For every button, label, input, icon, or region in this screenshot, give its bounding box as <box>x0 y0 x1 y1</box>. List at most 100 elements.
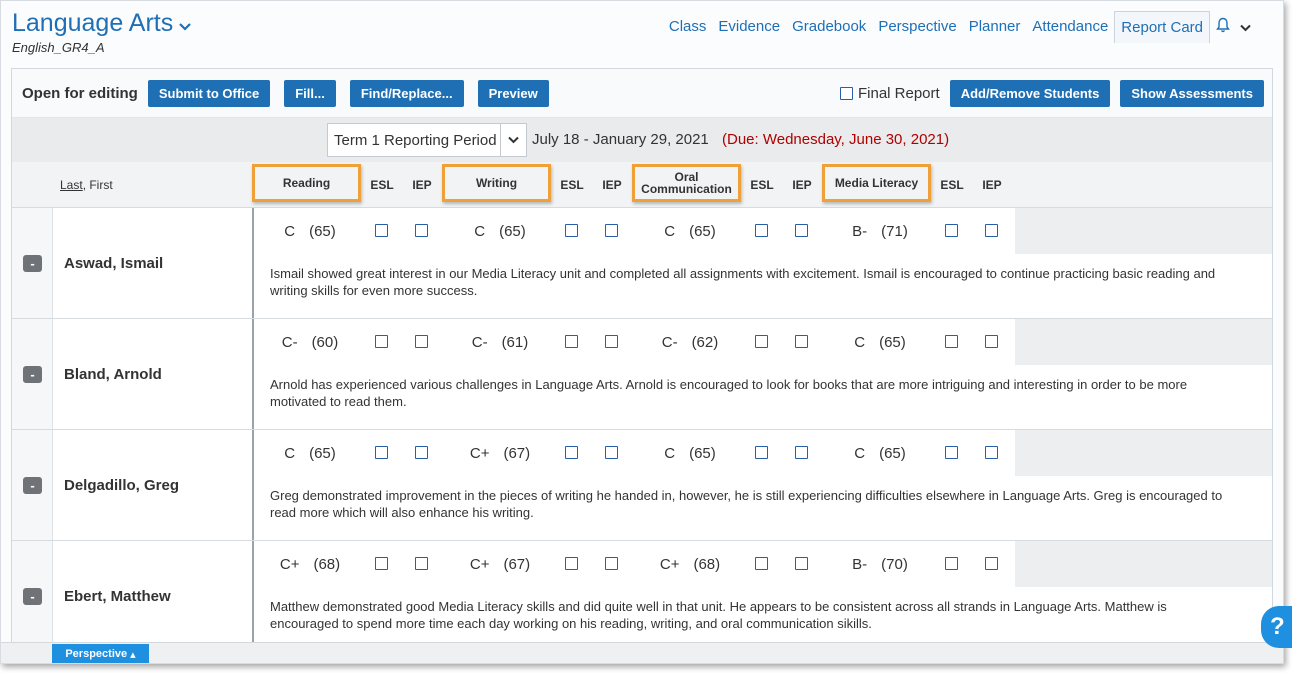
percent-mark: (61) <box>501 333 529 351</box>
esl-checkbox[interactable] <box>945 557 958 570</box>
esl-checkbox[interactable] <box>565 446 578 459</box>
nav-evidence[interactable]: Evidence <box>712 11 786 43</box>
strand-mark-cell[interactable]: C- (61) <box>445 319 555 365</box>
strand-header-media-literacy[interactable]: Media Literacy <box>822 164 931 202</box>
iep-checkbox[interactable] <box>605 224 618 237</box>
name-header-first: , First <box>82 177 113 192</box>
iep-checkbox[interactable] <box>415 557 428 570</box>
strand-marks: C (65) C+ (67) C (65) C (65) <box>255 430 1272 476</box>
nav-class[interactable]: Class <box>663 11 713 43</box>
esl-checkbox[interactable] <box>755 335 768 348</box>
esl-checkbox[interactable] <box>375 335 388 348</box>
letter-grade: C+ <box>659 555 680 573</box>
nav-perspective[interactable]: Perspective <box>872 11 962 43</box>
iep-checkbox[interactable] <box>795 446 808 459</box>
perspective-panel-tab[interactable]: Perspective ▴ <box>52 644 149 663</box>
collapse-row-icon[interactable]: - <box>23 588 42 605</box>
editing-status: Open for editing <box>22 84 138 102</box>
letter-grade: C <box>284 222 296 240</box>
esl-checkbox[interactable] <box>945 335 958 348</box>
iep-checkbox[interactable] <box>985 557 998 570</box>
esl-checkbox[interactable] <box>375 446 388 459</box>
strand-mark-cell[interactable]: C (65) <box>635 208 745 254</box>
show-assessments-button[interactable]: Show Assessments <box>1120 80 1264 107</box>
esl-checkbox[interactable] <box>755 224 768 237</box>
iep-header: IEP <box>982 177 1002 192</box>
esl-checkbox[interactable] <box>375 224 388 237</box>
iep-checkbox[interactable] <box>795 557 808 570</box>
esl-checkbox[interactable] <box>565 557 578 570</box>
iep-checkbox[interactable] <box>415 446 428 459</box>
sort-last-name[interactable]: Last <box>60 179 83 191</box>
strand-mark-cell[interactable]: C (65) <box>255 208 365 254</box>
letter-grade: C <box>474 222 486 240</box>
esl-checkbox[interactable] <box>945 224 958 237</box>
student-row: - Ebert, Matthew C+ (68) C+ (67) C+ (68) B- (70) M… <box>12 541 1272 652</box>
strand-mark-cell[interactable]: C+ (67) <box>445 430 555 476</box>
strand-mark-cell[interactable]: B- (71) <box>825 208 935 254</box>
strand-mark-cell[interactable]: C (65) <box>825 319 935 365</box>
header-spacer <box>12 162 54 207</box>
esl-checkbox[interactable] <box>375 557 388 570</box>
strand-mark-cell[interactable]: C+ (68) <box>635 541 745 587</box>
nav-gradebook[interactable]: Gradebook <box>786 11 872 43</box>
percent-mark: (68) <box>313 555 341 573</box>
esl-checkbox[interactable] <box>755 557 768 570</box>
row-side: - <box>12 541 53 651</box>
final-report-checkbox[interactable] <box>839 87 853 100</box>
chevron-down-icon[interactable] <box>179 18 192 34</box>
nav-attendance[interactable]: Attendance <box>1026 11 1114 43</box>
student-comment[interactable]: Greg demonstrated improvement in the pie… <box>270 487 1230 521</box>
iep-checkbox[interactable] <box>985 335 998 348</box>
student-comment[interactable]: Arnold has experienced various challenge… <box>270 376 1230 410</box>
student-comment[interactable]: Matthew demonstrated good Media Literacy… <box>270 598 1230 632</box>
iep-checkbox[interactable] <box>985 446 998 459</box>
strand-mark-cell[interactable]: C (65) <box>825 430 935 476</box>
iep-checkbox[interactable] <box>795 224 808 237</box>
collapse-row-icon[interactable]: - <box>23 477 42 494</box>
account-menu-chevron-icon[interactable] <box>1236 20 1255 35</box>
add-remove-students-button[interactable]: Add/Remove Students <box>949 80 1111 107</box>
iep-checkbox[interactable] <box>795 335 808 348</box>
fill-button[interactable]: Fill... <box>284 79 336 107</box>
reporting-period-select[interactable]: Term 1 Reporting Period <box>327 123 527 157</box>
final-report-toggle[interactable]: Final Report <box>839 85 940 102</box>
strand-mark-cell[interactable]: C (65) <box>635 430 745 476</box>
submit-to-office-button[interactable]: Submit to Office <box>147 79 271 107</box>
vertical-scrollbar[interactable] <box>1274 68 1283 642</box>
bell-icon[interactable] <box>1210 17 1236 37</box>
strand-mark-cell[interactable]: C+ (68) <box>255 541 365 587</box>
strand-mark-cell[interactable]: B- (70) <box>825 541 935 587</box>
strand-mark-cell[interactable]: C- (60) <box>255 319 365 365</box>
esl-checkbox[interactable] <box>945 446 958 459</box>
iep-checkbox[interactable] <box>605 446 618 459</box>
esl-checkbox[interactable] <box>565 335 578 348</box>
iep-checkbox[interactable] <box>605 335 618 348</box>
help-icon[interactable]: ? <box>1261 606 1292 648</box>
esl-checkbox[interactable] <box>565 224 578 237</box>
find-replace-button[interactable]: Find/Replace... <box>349 79 464 107</box>
name-column-header[interactable]: Last, First <box>54 162 254 207</box>
nav-planner[interactable]: Planner <box>963 11 1027 43</box>
strand-mark-cell[interactable]: C- (62) <box>635 319 745 365</box>
course-selector[interactable]: Language Arts <box>12 9 192 38</box>
preview-button[interactable]: Preview <box>477 79 549 107</box>
collapse-row-icon[interactable]: - <box>23 255 42 272</box>
esl-header: ESL <box>750 177 774 192</box>
strand-header-oral-communication[interactable]: Oral Communication <box>632 164 741 202</box>
esl-checkbox[interactable] <box>755 446 768 459</box>
strand-header-reading[interactable]: Reading <box>252 164 361 202</box>
collapse-row-icon[interactable]: - <box>23 366 42 383</box>
strand-mark-cell[interactable]: C (65) <box>445 208 555 254</box>
iep-header: IEP <box>792 177 812 192</box>
nav-report-card[interactable]: Report Card <box>1114 11 1210 43</box>
iep-checkbox[interactable] <box>985 224 998 237</box>
strand-header-writing[interactable]: Writing <box>442 164 551 202</box>
iep-checkbox[interactable] <box>415 335 428 348</box>
iep-checkbox[interactable] <box>605 557 618 570</box>
strand-mark-cell[interactable]: C+ (67) <box>445 541 555 587</box>
student-comment[interactable]: Ismail showed great interest in our Medi… <box>270 265 1230 299</box>
iep-checkbox[interactable] <box>415 224 428 237</box>
strand-mark-cell[interactable]: C (65) <box>255 430 365 476</box>
chevron-down-icon[interactable] <box>500 124 526 156</box>
